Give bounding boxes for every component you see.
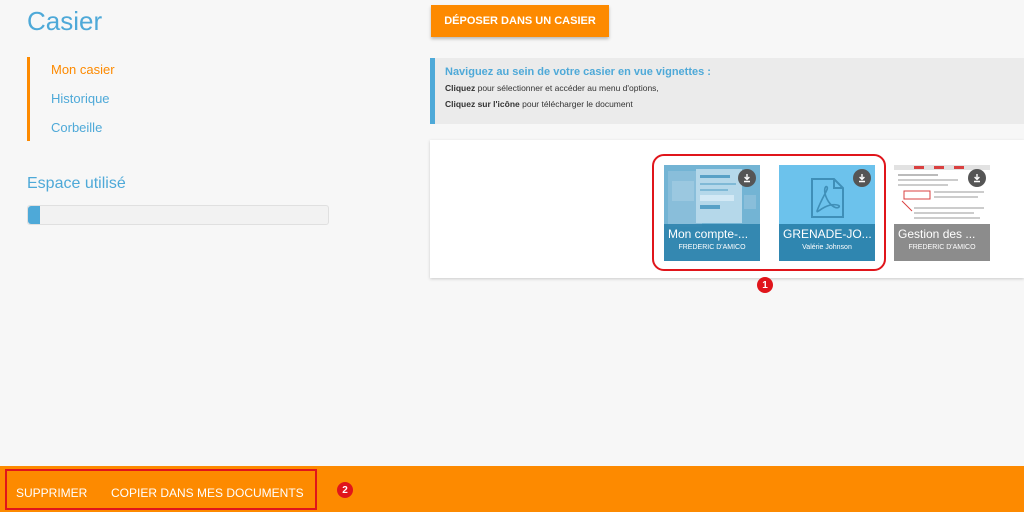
annotation-marker-2: 2 — [337, 482, 353, 498]
sidebar-item-mon-casier[interactable]: Mon casier — [51, 59, 227, 88]
sidebar-item-corbeille[interactable]: Corbeille — [51, 117, 227, 139]
info-title: Naviguez au sein de votre casier en vue … — [445, 66, 711, 78]
info-line-select-text: pour sélectionner et accéder au menu d'o… — [475, 83, 659, 93]
info-line-select-bold: Cliquez — [445, 83, 476, 93]
actions-highlight — [5, 469, 317, 510]
thumbnail-gestion-des[interactable]: Gestion des ... FREDERIC D'AMICO — [894, 165, 990, 261]
sidebar-nav: Mon casier Historique Corbeille — [27, 57, 227, 141]
thumbnail-caption: Gestion des ... FREDERIC D'AMICO — [894, 224, 990, 261]
space-used-bar — [27, 205, 329, 225]
thumbnail-title: Gestion des ... — [898, 227, 976, 241]
annotation-marker-1: 1 — [757, 277, 773, 293]
info-line-download-text: pour télécharger le document — [519, 99, 633, 109]
info-line-download-bold: Cliquez sur l'icône — [445, 99, 520, 109]
deposit-button[interactable]: DÉPOSER DANS UN CASIER — [431, 5, 609, 37]
space-used-title: Espace utilisé — [27, 175, 126, 192]
page-title: Casier — [27, 6, 103, 36]
info-line-download: Cliquez sur l'icône pour télécharger le … — [445, 99, 1014, 109]
info-line-select: Cliquez pour sélectionner et accéder au … — [445, 83, 1014, 93]
info-box: Naviguez au sein de votre casier en vue … — [430, 58, 1024, 124]
sidebar-item-historique[interactable]: Historique — [51, 88, 227, 117]
space-used-fill — [28, 206, 40, 224]
selection-highlight — [652, 154, 886, 271]
download-icon[interactable] — [968, 169, 986, 187]
thumbnail-author: FREDERIC D'AMICO — [908, 244, 976, 251]
